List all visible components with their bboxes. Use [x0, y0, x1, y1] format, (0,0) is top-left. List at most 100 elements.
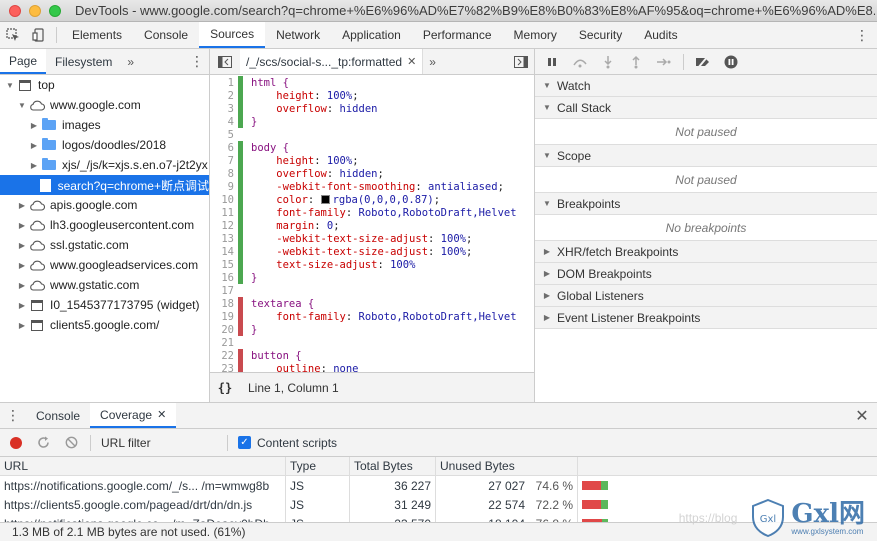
- collapsed-arrow-icon[interactable]: ▶: [28, 141, 40, 150]
- tree-item[interactable]: ▶ lh3.googleusercontent.com: [0, 215, 209, 235]
- collapsed-arrow-icon[interactable]: ▶: [16, 241, 28, 250]
- step-into-icon[interactable]: [599, 53, 617, 71]
- checkbox-checked-icon[interactable]: ✓: [238, 436, 251, 449]
- tree-item[interactable]: ▶ www.gstatic.com: [0, 275, 209, 295]
- tree-item[interactable]: ▶ images: [0, 115, 209, 135]
- reload-icon[interactable]: [36, 436, 50, 449]
- coverage-row[interactable]: https://notifications.google.com/_/s... …: [0, 476, 877, 495]
- tab-audits[interactable]: Audits: [633, 22, 688, 48]
- tab-page[interactable]: Page: [0, 49, 47, 74]
- collapsed-arrow-icon[interactable]: ▶: [28, 161, 40, 170]
- line-number[interactable]: 1: [210, 77, 238, 89]
- pretty-print-button[interactable]: {}: [210, 381, 240, 395]
- line-number[interactable]: 23: [210, 363, 238, 373]
- collapsed-arrow-icon[interactable]: ▶: [16, 221, 28, 230]
- content-scripts-toggle[interactable]: ✓ Content scripts: [238, 436, 337, 450]
- expanded-arrow-icon[interactable]: ▼: [4, 81, 16, 90]
- tree-item[interactable]: ▶ I0_1545377173795 (widget): [0, 295, 209, 315]
- pause-on-exceptions-icon[interactable]: [722, 53, 740, 71]
- collapsed-arrow-icon[interactable]: ▶: [16, 321, 28, 330]
- line-number[interactable]: 10: [210, 194, 238, 206]
- tree-item[interactable]: ▶ clients5.google.com/: [0, 315, 209, 335]
- maximize-window-button[interactable]: [49, 4, 61, 17]
- url-filter-input[interactable]: [97, 432, 227, 453]
- pane-global-listeners[interactable]: ▶ Global Listeners: [535, 285, 877, 307]
- column-header-type[interactable]: Type: [286, 457, 350, 475]
- tab-coverage[interactable]: Coverage ✕: [90, 403, 177, 428]
- line-number[interactable]: 16: [210, 272, 238, 284]
- step-icon[interactable]: [655, 53, 673, 71]
- device-toolbar-icon[interactable]: [26, 22, 52, 48]
- tree-item[interactable]: ▶ ssl.gstatic.com: [0, 235, 209, 255]
- tab-security[interactable]: Security: [568, 22, 633, 48]
- tab-sources[interactable]: Sources: [199, 22, 266, 48]
- expanded-arrow-icon[interactable]: ▼: [16, 101, 28, 110]
- tab-filesystem[interactable]: Filesystem: [46, 49, 121, 74]
- tab-console[interactable]: Console: [133, 22, 199, 48]
- line-number[interactable]: 17: [210, 285, 238, 297]
- color-swatch-icon[interactable]: [320, 195, 330, 204]
- line-number[interactable]: 20: [210, 324, 238, 336]
- tree-item[interactable]: ▶ www.googleadservices.com: [0, 255, 209, 275]
- tree-item[interactable]: ▶ xjs/_/js/k=xjs.s.en.o7-j2t2yx: [0, 155, 209, 175]
- pane-call-stack[interactable]: ▼ Call Stack: [535, 97, 877, 119]
- line-number[interactable]: 12: [210, 220, 238, 232]
- collapsed-arrow-icon[interactable]: ▶: [16, 281, 28, 290]
- collapsed-arrow-icon[interactable]: ▶: [16, 301, 28, 310]
- close-tab-icon[interactable]: ✕: [407, 55, 416, 68]
- tree-item[interactable]: ▼ top: [0, 75, 209, 95]
- pane-scope[interactable]: ▼ Scope: [535, 145, 877, 167]
- column-header-url[interactable]: URL: [0, 457, 286, 475]
- tree-item[interactable]: ▶ apis.google.com: [0, 195, 209, 215]
- close-tab-icon[interactable]: ✕: [157, 408, 166, 421]
- line-number[interactable]: 14: [210, 246, 238, 258]
- line-number[interactable]: 13: [210, 233, 238, 245]
- line-number[interactable]: 21: [210, 337, 238, 349]
- pane-xhr-fetch-breakpoints[interactable]: ▶ XHR/fetch Breakpoints: [535, 241, 877, 263]
- toggle-navigator-icon[interactable]: [210, 49, 240, 74]
- code-view[interactable]: 1 html {2 height: 100%; 3 overflow: hidden…: [210, 76, 534, 373]
- clear-icon[interactable]: [64, 436, 78, 449]
- more-files-icon[interactable]: »: [423, 49, 442, 74]
- pane-event-listener-breakpoints[interactable]: ▶ Event Listener Breakpoints: [535, 307, 877, 329]
- tree-item[interactable]: ▶ logos/doodles/2018: [0, 135, 209, 155]
- editor-file-tab[interactable]: /_/scs/social-s..._tp:formatted ✕: [240, 49, 424, 74]
- more-tabs-icon[interactable]: »: [121, 49, 140, 74]
- tab-performance[interactable]: Performance: [412, 22, 503, 48]
- pane-dom-breakpoints[interactable]: ▶ DOM Breakpoints: [535, 263, 877, 285]
- tab-elements[interactable]: Elements: [61, 22, 133, 48]
- line-number[interactable]: 7: [210, 155, 238, 167]
- line-number[interactable]: 6: [210, 142, 238, 154]
- pause-icon[interactable]: [543, 53, 561, 71]
- pane-breakpoints[interactable]: ▼ Breakpoints: [535, 193, 877, 215]
- collapsed-arrow-icon[interactable]: ▶: [16, 201, 28, 210]
- line-number[interactable]: 19: [210, 311, 238, 323]
- inspect-element-icon[interactable]: [0, 22, 26, 48]
- line-number[interactable]: 5: [210, 129, 238, 141]
- step-out-icon[interactable]: [627, 53, 645, 71]
- line-number[interactable]: 9: [210, 181, 238, 193]
- tree-item[interactable]: ▼ www.google.com: [0, 95, 209, 115]
- line-number[interactable]: 4: [210, 116, 238, 128]
- column-header-unused-bytes[interactable]: Unused Bytes: [436, 457, 578, 475]
- deactivate-breakpoints-icon[interactable]: [694, 53, 712, 71]
- line-number[interactable]: 22: [210, 350, 238, 362]
- step-over-icon[interactable]: [571, 53, 589, 71]
- close-drawer-icon[interactable]: ✕: [847, 403, 877, 428]
- tab-console-drawer[interactable]: Console: [26, 403, 90, 428]
- tab-network[interactable]: Network: [265, 22, 331, 48]
- close-window-button[interactable]: [9, 4, 21, 17]
- pane-watch[interactable]: ▼ Watch: [535, 75, 877, 97]
- line-number[interactable]: 11: [210, 207, 238, 219]
- column-header-total-bytes[interactable]: Total Bytes: [350, 457, 436, 475]
- more-options-icon[interactable]: ⋮: [847, 22, 877, 48]
- tab-application[interactable]: Application: [331, 22, 412, 48]
- line-number[interactable]: 15: [210, 259, 238, 271]
- line-number[interactable]: 18: [210, 298, 238, 310]
- navigator-menu-icon[interactable]: ⋮: [185, 49, 209, 74]
- tab-memory[interactable]: Memory: [503, 22, 568, 48]
- record-icon[interactable]: [10, 436, 22, 449]
- collapsed-arrow-icon[interactable]: ▶: [28, 121, 40, 130]
- collapsed-arrow-icon[interactable]: ▶: [16, 261, 28, 270]
- line-number[interactable]: 3: [210, 103, 238, 115]
